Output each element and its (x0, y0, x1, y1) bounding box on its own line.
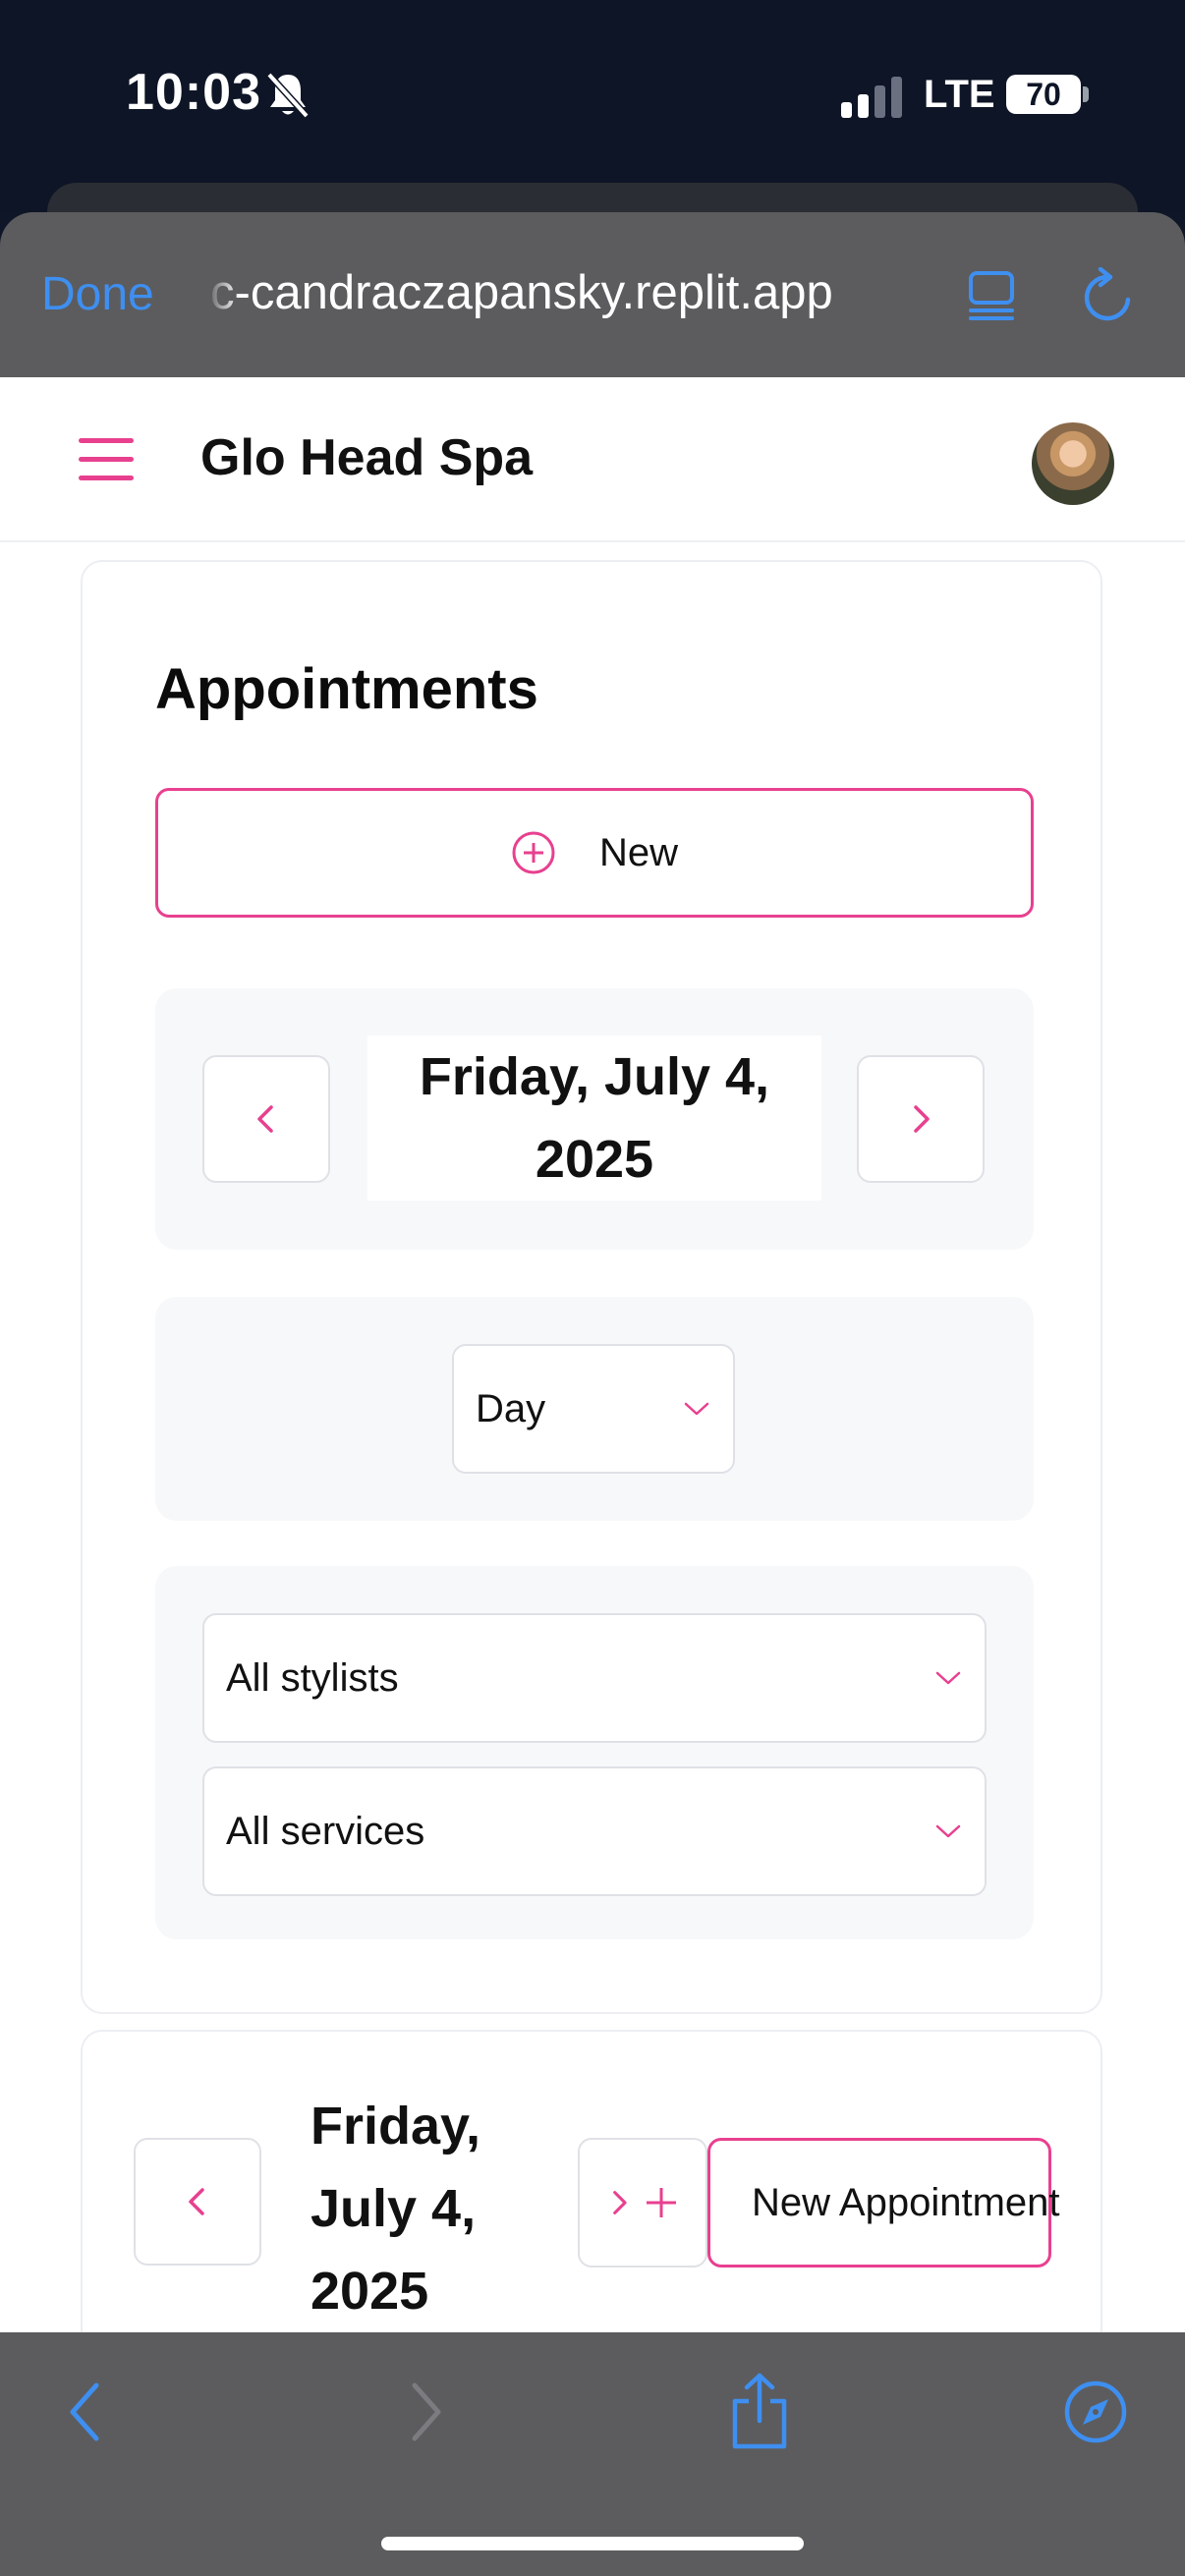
done-button[interactable]: Done (41, 267, 154, 321)
reload-icon[interactable] (1081, 267, 1134, 324)
url-fade (206, 257, 240, 326)
reader-icon[interactable] (967, 267, 1016, 322)
chevron-down-icon (935, 1671, 961, 1685)
url-field[interactable]: c-candraczapansky.replit.app (210, 265, 928, 320)
new-button-label: New (598, 830, 679, 874)
web-page: Glo Head Spa Appointments New Friday, Ju… (0, 377, 1185, 2332)
filters-panel: All stylists All services (155, 1566, 1034, 1939)
view-select-value: Day (476, 1386, 546, 1430)
new-appointment-button-secondary[interactable]: New Appointment (707, 2138, 1060, 2268)
page-title: Appointments (155, 657, 538, 721)
battery-nub (1083, 86, 1089, 102)
network-type: LTE (924, 73, 995, 116)
service-filter-value: All services (226, 1809, 425, 1853)
chevron-down-icon (684, 1402, 709, 1416)
bell-off-icon (266, 72, 310, 119)
view-select[interactable]: Day (452, 1344, 735, 1474)
back-icon[interactable] (65, 2381, 104, 2442)
service-filter-select[interactable]: All services (202, 1766, 987, 1896)
stylist-filter-value: All stylists (226, 1655, 399, 1700)
view-panel: Day (155, 1297, 1034, 1521)
menu-icon[interactable] (79, 438, 134, 481)
calendar-date-line: July 4, (310, 2179, 477, 2238)
battery-level: 70 (1026, 76, 1061, 112)
prev-day-button[interactable] (202, 1055, 330, 1183)
battery-icon: 70 (1006, 75, 1081, 114)
brand-name: Glo Head Spa (200, 429, 534, 486)
plus-circle-icon (512, 831, 555, 874)
calendar-next-button[interactable] (578, 2138, 707, 2268)
plus-icon (647, 2188, 676, 2217)
stylist-filter-select[interactable]: All stylists (202, 1613, 987, 1743)
chevron-down-icon (935, 1824, 961, 1838)
home-indicator (381, 2537, 804, 2550)
current-date: Friday, July 4, 2025 (367, 1036, 821, 1201)
chevron-left-icon (189, 2188, 204, 2215)
calendar-date-line: 2025 (310, 2262, 429, 2321)
status-time: 10:03 (126, 64, 261, 121)
chevron-left-icon (257, 1105, 273, 1133)
calendar-prev-button[interactable] (134, 2138, 261, 2266)
compass-icon[interactable] (1063, 2380, 1128, 2444)
date-navigator: Friday, July 4, 2025 (155, 988, 1034, 1250)
calendar-card: Friday, July 4, 2025 New Appointment (81, 2030, 1102, 2332)
new-appointment-button[interactable]: New (155, 788, 1034, 918)
app-header: Glo Head Spa (0, 377, 1185, 542)
signal-icon (841, 77, 902, 118)
appointments-card: Appointments New Friday, July 4, 2025 Da… (81, 560, 1102, 2014)
calendar-date: Friday, July 4, 2025 (310, 2085, 566, 2332)
forward-icon[interactable] (407, 2381, 446, 2442)
next-day-button[interactable] (857, 1055, 985, 1183)
chevron-right-icon (613, 2191, 627, 2214)
avatar[interactable] (1032, 422, 1114, 505)
chevron-right-icon (914, 1105, 930, 1133)
share-icon[interactable] (727, 2372, 792, 2450)
calendar-date-line: Friday, (310, 2097, 481, 2156)
